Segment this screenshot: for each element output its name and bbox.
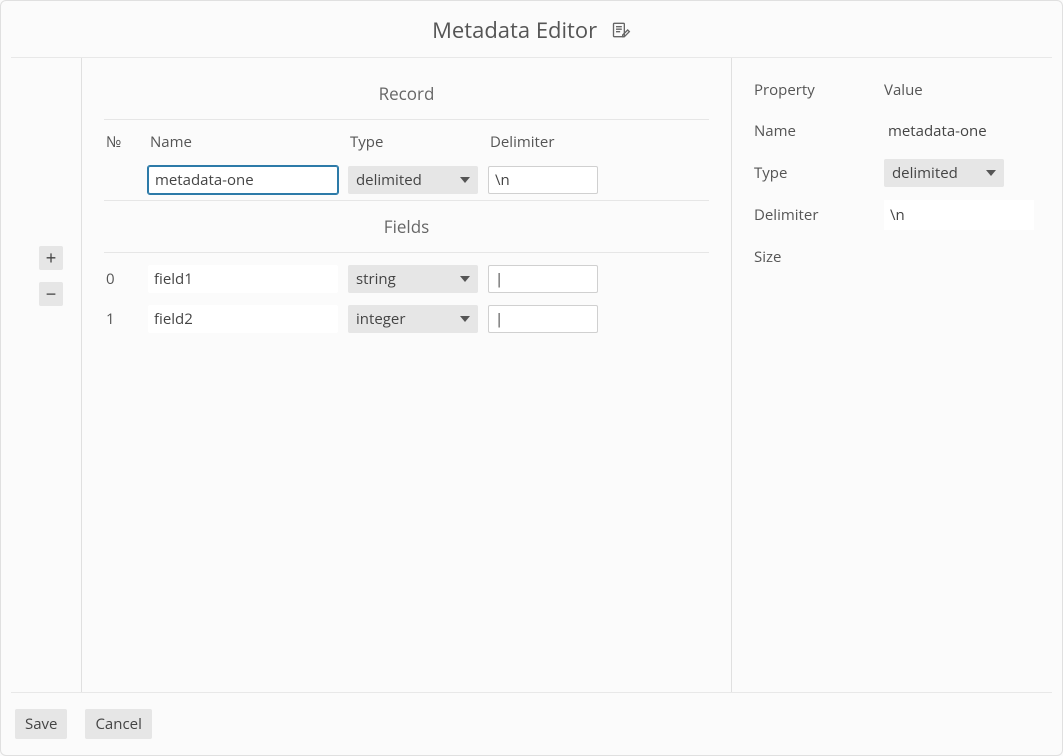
remove-row-button[interactable]: − bbox=[39, 282, 63, 306]
property-row-type: Type delimited bbox=[754, 152, 1034, 194]
field-type-select[interactable]: string bbox=[348, 265, 478, 293]
column-header-type: Type bbox=[348, 126, 478, 160]
properties-panel: Property Value Name metadata-one Type de… bbox=[732, 58, 1052, 692]
divider bbox=[104, 119, 709, 120]
divider bbox=[104, 200, 709, 201]
window-title: Metadata Editor bbox=[432, 15, 597, 45]
record-type-value: delimited bbox=[356, 170, 422, 190]
field-type-value: string bbox=[356, 269, 396, 289]
field-type-value: integer bbox=[356, 309, 405, 329]
field-name-input[interactable] bbox=[148, 305, 338, 333]
field-row: 1 integer bbox=[104, 299, 709, 339]
property-label: Name bbox=[754, 121, 884, 141]
field-type-select[interactable]: integer bbox=[348, 305, 478, 333]
metadata-editor-window: Metadata Editor + − Record № bbox=[0, 0, 1063, 756]
field-index: 0 bbox=[104, 269, 138, 289]
edit-icon bbox=[611, 17, 631, 47]
window-title-bar: Metadata Editor bbox=[11, 1, 1052, 58]
row-action-toolbar: + − bbox=[11, 58, 81, 692]
properties-header-property: Property bbox=[754, 80, 884, 100]
property-type-select[interactable]: delimited bbox=[884, 159, 1004, 187]
property-value-delimiter[interactable]: \n bbox=[884, 200, 1034, 230]
editor-main-panel: Record № Name Type Delimiter delimited bbox=[81, 58, 732, 692]
minus-icon: − bbox=[46, 284, 57, 304]
property-label: Delimiter bbox=[754, 205, 884, 225]
field-row: 0 string bbox=[104, 259, 709, 299]
property-row-delimiter: Delimiter \n bbox=[754, 194, 1034, 236]
fields-section-title: Fields bbox=[104, 207, 709, 252]
chevron-down-icon bbox=[986, 170, 996, 176]
column-header-index: № bbox=[104, 126, 138, 160]
record-delimiter-input[interactable] bbox=[488, 166, 598, 194]
property-row-name: Name metadata-one bbox=[754, 110, 1034, 152]
property-value-name: metadata-one bbox=[884, 121, 1034, 141]
record-row: delimited bbox=[104, 160, 709, 200]
footer-toolbar: Save Cancel bbox=[11, 692, 1052, 755]
property-label: Type bbox=[754, 163, 884, 183]
divider bbox=[104, 252, 709, 253]
field-delimiter-input[interactable] bbox=[488, 265, 598, 293]
field-name-input[interactable] bbox=[148, 265, 338, 293]
column-header-name: Name bbox=[148, 126, 338, 160]
plus-icon: + bbox=[46, 248, 57, 268]
field-delimiter-input[interactable] bbox=[488, 305, 598, 333]
property-type-value: delimited bbox=[892, 163, 958, 183]
add-row-button[interactable]: + bbox=[39, 246, 63, 270]
chevron-down-icon bbox=[460, 316, 470, 322]
record-name-input[interactable] bbox=[148, 166, 338, 194]
record-section-title: Record bbox=[104, 74, 709, 119]
record-header-row: № Name Type Delimiter bbox=[104, 126, 709, 160]
property-label: Size bbox=[754, 247, 884, 267]
property-row-size: Size bbox=[754, 236, 1034, 278]
properties-header-value: Value bbox=[884, 80, 1034, 100]
chevron-down-icon bbox=[460, 177, 470, 183]
chevron-down-icon bbox=[460, 276, 470, 282]
record-type-select[interactable]: delimited bbox=[348, 166, 478, 194]
cancel-button[interactable]: Cancel bbox=[85, 709, 151, 739]
field-index: 1 bbox=[104, 309, 138, 329]
column-header-delimiter: Delimiter bbox=[488, 126, 598, 160]
save-button[interactable]: Save bbox=[15, 709, 67, 739]
